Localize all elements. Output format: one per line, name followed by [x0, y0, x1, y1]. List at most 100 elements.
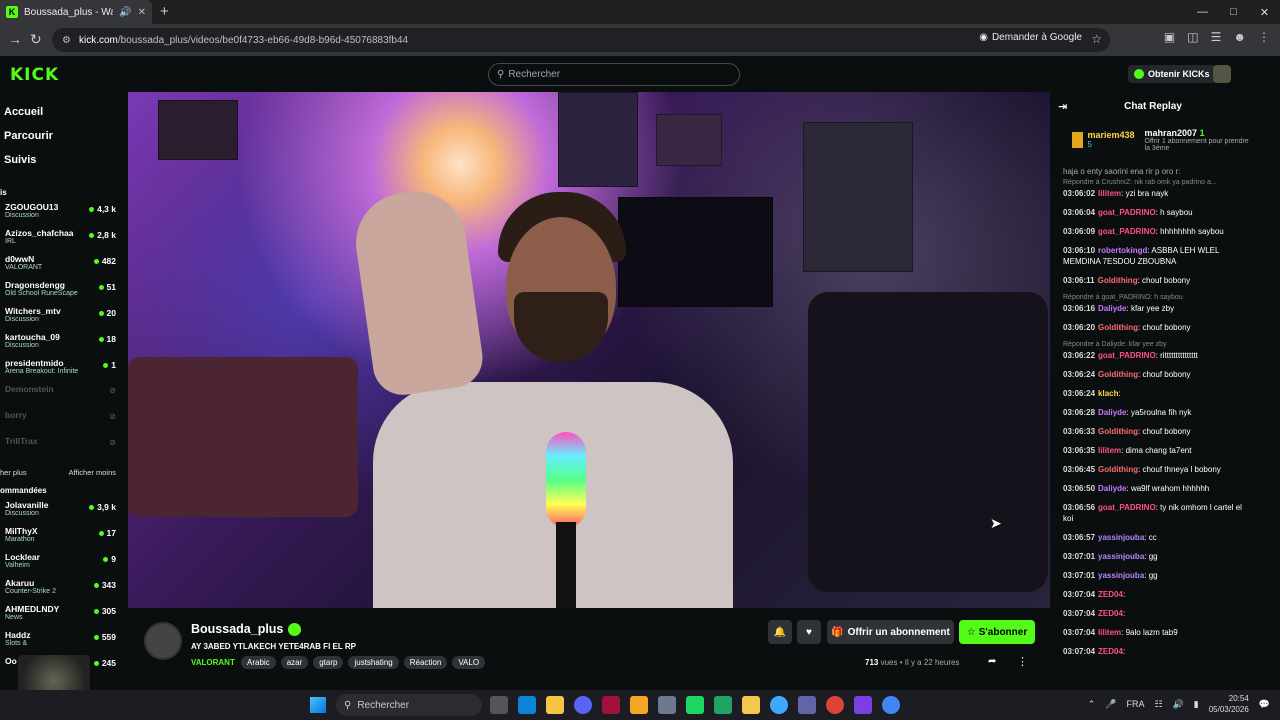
- get-kicks-button[interactable]: Obtenir KICKs: [1128, 65, 1216, 83]
- profile-icon[interactable]: ☻: [1233, 30, 1246, 44]
- chat-username[interactable]: Daliyde: [1098, 484, 1126, 493]
- page-scrollbar[interactable]: [1256, 56, 1280, 690]
- sidebar-channel-offline[interactable]: borry ⊘: [0, 410, 128, 436]
- channel-avatar[interactable]: [144, 622, 182, 660]
- puzzle-icon[interactable]: ◫: [1187, 30, 1198, 44]
- maximize-icon[interactable]: □: [1218, 0, 1249, 24]
- network-icon[interactable]: ☷: [1154, 699, 1162, 710]
- chat-username[interactable]: Goldithing: [1098, 465, 1138, 474]
- gifter-name[interactable]: mahran2007: [1145, 128, 1198, 138]
- more-options-icon[interactable]: ⋮: [1017, 655, 1028, 668]
- browser-tab[interactable]: K Boussada_plus - Watch the 🔊 ✕: [0, 0, 152, 24]
- discord-icon[interactable]: [574, 696, 592, 714]
- chat-username[interactable]: robertokingd: [1098, 246, 1147, 255]
- user-avatar[interactable]: [1213, 65, 1231, 83]
- bookmark-star-icon[interactable]: ☆: [1091, 32, 1102, 46]
- chat-username[interactable]: lilitem: [1098, 446, 1121, 455]
- minimize-icon[interactable]: —: [1187, 0, 1218, 24]
- pinned-user[interactable]: mariem438: [1087, 130, 1134, 140]
- site-info-icon[interactable]: ⚙: [62, 35, 71, 46]
- windows-start-icon[interactable]: [310, 697, 326, 713]
- app-icon[interactable]: [602, 696, 620, 714]
- chevron-up-icon[interactable]: ⌃: [1088, 699, 1096, 710]
- teams-icon[interactable]: [798, 696, 816, 714]
- chat-username[interactable]: goat_PADRINO: [1098, 227, 1156, 236]
- chat-username[interactable]: ZED04: [1098, 609, 1123, 618]
- nav-home[interactable]: Accueil: [4, 100, 128, 124]
- sidebar-channel[interactable]: Azizos_chafchaa IRL 2,8 k: [0, 228, 128, 254]
- chat-username[interactable]: goat_PADRINO: [1098, 503, 1156, 512]
- menu-kebab-icon[interactable]: ⋮: [1258, 30, 1270, 44]
- app-icon[interactable]: [686, 696, 704, 714]
- forward-icon[interactable]: →: [8, 31, 22, 47]
- chat-username[interactable]: yassinjouba: [1098, 533, 1144, 542]
- sidebar-channel[interactable]: presidentmido Arena Breakout: Infinite 1: [0, 358, 128, 384]
- stream-tag[interactable]: Réaction: [403, 656, 448, 669]
- app-icon[interactable]: [630, 696, 648, 714]
- new-tab-icon[interactable]: +: [160, 3, 169, 20]
- edge-icon[interactable]: [518, 696, 536, 714]
- chat-username[interactable]: lilitem: [1098, 628, 1121, 637]
- taskbar-search[interactable]: ⚲ Rechercher: [336, 694, 482, 716]
- stream-tag[interactable]: Arabic: [241, 656, 276, 669]
- sidebar-channel[interactable]: AHMEDLNDY News 305: [0, 604, 128, 630]
- ask-google-button[interactable]: ◉ Demander à Google: [979, 32, 1082, 43]
- follow-heart-button[interactable]: ♥: [797, 620, 821, 644]
- sidebar-channel-offline[interactable]: Demonstein ⊘: [0, 384, 128, 410]
- app-icon[interactable]: [854, 696, 872, 714]
- category-link[interactable]: VALORANT: [191, 658, 235, 667]
- nav-browse[interactable]: Parcourir: [4, 124, 128, 148]
- calculator-icon[interactable]: [658, 696, 676, 714]
- mic-icon[interactable]: 🎤: [1105, 699, 1116, 710]
- chrome-icon[interactable]: [882, 696, 900, 714]
- speaker-icon[interactable]: 🔊: [119, 7, 131, 18]
- chat-username[interactable]: goat_PADRINO: [1098, 208, 1156, 217]
- nav-following[interactable]: Suivis: [4, 148, 128, 172]
- app-icon[interactable]: [742, 696, 760, 714]
- media-icon[interactable]: ☰: [1211, 30, 1222, 44]
- stream-tag[interactable]: justshating: [348, 656, 399, 669]
- excel-icon[interactable]: [714, 696, 732, 714]
- sidebar-channel[interactable]: Jolavanille Discussion 3,9 k: [0, 500, 128, 526]
- notification-bell-button[interactable]: 🔔: [768, 620, 792, 644]
- stream-tag[interactable]: gtarp: [313, 656, 344, 669]
- show-less-link[interactable]: Afficher moins: [69, 468, 116, 477]
- show-more-link[interactable]: her plus: [0, 468, 27, 477]
- volume-icon[interactable]: 🔊: [1173, 699, 1184, 710]
- chrome-icon[interactable]: [826, 696, 844, 714]
- chat-username[interactable]: klach: [1098, 389, 1118, 398]
- chat-username[interactable]: yassinjouba: [1098, 552, 1144, 561]
- chat-username[interactable]: Goldithing: [1098, 427, 1138, 436]
- stream-tag[interactable]: azar: [280, 656, 309, 669]
- chat-username[interactable]: Daliyde: [1098, 408, 1126, 417]
- language-indicator[interactable]: FRA: [1126, 699, 1144, 709]
- chat-username[interactable]: Daliyde: [1098, 304, 1126, 313]
- chat-username[interactable]: ZED04: [1098, 590, 1123, 599]
- battery-icon[interactable]: ▮: [1194, 699, 1199, 710]
- sidebar-channel-offline[interactable]: TrillTrax ⊘: [0, 436, 128, 462]
- search-input[interactable]: ⚲ Rechercher: [488, 63, 740, 86]
- sidebar-channel[interactable]: Locklear Valheim 9: [0, 552, 128, 578]
- sidebar-channel[interactable]: MiIThyX Marathon 17: [0, 526, 128, 552]
- chat-username[interactable]: Goldithing: [1098, 370, 1138, 379]
- chat-username[interactable]: yassinjouba: [1098, 571, 1144, 580]
- subscribe-button[interactable]: ☆ S'abonner: [959, 620, 1035, 644]
- chat-username[interactable]: ZED04: [1098, 647, 1123, 656]
- url-bar[interactable]: ⚙ kick.com /boussada_plus/videos/be0f473…: [52, 28, 1110, 52]
- reload-icon[interactable]: ↻: [30, 31, 42, 48]
- gift-sub-button[interactable]: 🎁 Offrir un abonnement: [827, 620, 954, 644]
- chat-username[interactable]: goat_PADRINO: [1098, 351, 1156, 360]
- close-tab-icon[interactable]: ✕: [138, 7, 146, 18]
- channel-name[interactable]: Boussada_plus: [191, 622, 283, 636]
- kick-logo[interactable]: KICK: [10, 65, 59, 85]
- stream-tag[interactable]: VALO: [452, 656, 486, 669]
- file-explorer-icon[interactable]: [546, 696, 564, 714]
- notification-icon[interactable]: 💬: [1259, 699, 1270, 710]
- sidebar-channel[interactable]: kartoucha_09 Discussion 18: [0, 332, 128, 358]
- sidebar-channel[interactable]: Haddz Slots & 559: [0, 630, 128, 656]
- sidebar-channel[interactable]: Akaruu Counter-Strike 2 343: [0, 578, 128, 604]
- sidebar-channel[interactable]: ZGOUGOU13 Discussion 4,3 k: [0, 202, 128, 228]
- video-player[interactable]: ➤: [128, 92, 1050, 608]
- sidebar-channel[interactable]: Dragonsdengg Old School RuneScape 51: [0, 280, 128, 306]
- share-icon[interactable]: ➦: [988, 656, 996, 667]
